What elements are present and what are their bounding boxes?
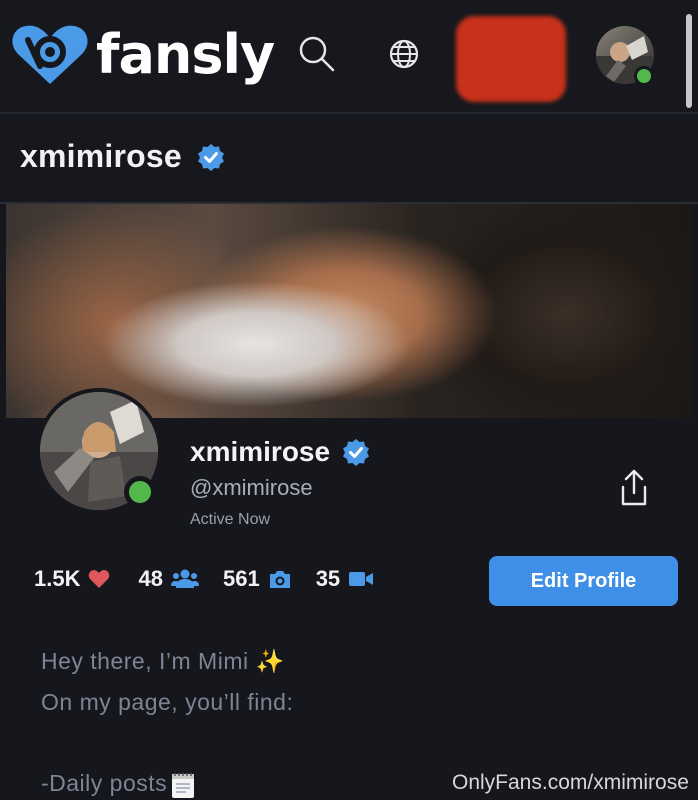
brand-name: fansly [96,23,275,86]
display-name: xmimirose [190,436,370,468]
verified-badge-icon [342,438,369,466]
likes-count: 1.5K [34,566,81,591]
redacted-area [456,16,566,102]
share-button[interactable] [614,466,654,510]
status-text: Active Now [190,511,271,528]
scrollbar[interactable] [686,14,692,108]
verified-badge-icon [197,143,224,171]
profile-stats: 1.5K 48 561 35 [34,562,398,596]
edit-profile-button[interactable]: Edit Profile [489,556,678,606]
online-indicator [124,476,156,508]
photos-count: 561 [222,566,260,591]
notepad-icon [172,772,195,798]
bio-line-3: -Daily posts [41,770,197,799]
followers-count: 48 [138,566,163,591]
users-icon [170,569,199,588]
watermark-text: OnlyFans.com/xmimirose [452,771,689,794]
heart-icon [89,570,110,588]
online-indicator [634,66,654,86]
profile-title-text: xmimirose [20,138,182,174]
followers-stat: 48 [138,566,199,592]
profile-handle: @xmimirose [190,475,313,500]
fansly-heart-logo-icon [12,25,88,84]
search-icon[interactable] [297,34,337,74]
profile-banner-image [6,204,692,418]
share-icon [621,469,647,506]
photos-stat: 561 [223,566,292,592]
bio-line-1: Hey there, I’m Mimi ✨ [41,648,285,674]
likes-stat: 1.5K [34,566,110,592]
globe-icon[interactable] [384,34,424,74]
videos-count: 35 [315,566,341,591]
camera-icon [269,571,290,588]
videos-stat: 35 [316,566,374,592]
fansly-logo[interactable]: fansly [10,22,275,88]
bio-line-2: On my page, you’ll find: [41,689,294,715]
video-camera-icon [349,572,374,586]
profile-title: xmimirose [20,138,225,175]
display-name-text: xmimirose [190,436,331,467]
bio-line-3-text: -Daily posts [41,770,168,796]
